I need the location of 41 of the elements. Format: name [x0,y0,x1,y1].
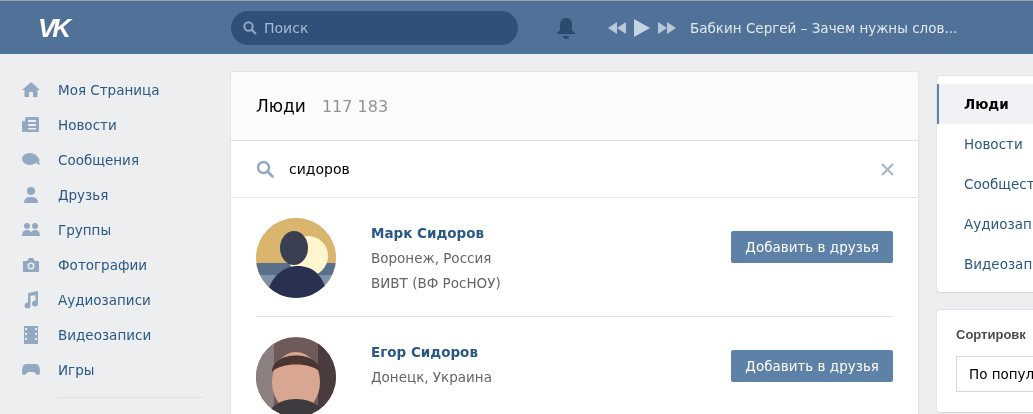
nav-item[interactable]: Видеозаписи [22,317,231,352]
filter-tab[interactable]: Люди [937,84,1033,124]
sort-title: Сортировк [956,327,1027,342]
nav-item[interactable]: Игры [22,352,231,387]
nav-item[interactable]: Моя Страница [22,72,231,107]
previous-icon[interactable] [608,21,626,34]
home-icon [22,80,40,99]
nav-item[interactable]: Сообщения [22,142,231,177]
person-detail: ВИВТ (ВФ РосНОУ) [371,274,502,293]
logo[interactable]: VK [38,12,69,43]
add-friend-button[interactable]: Добавить в друзья [731,350,893,382]
track-title[interactable]: Бабкин Сергей – Зачем нужны слов... [690,19,958,36]
search-field[interactable]: Поиск [231,10,518,45]
nav-item[interactable]: Фотографии [22,247,231,282]
person-name[interactable]: Марк Сидоров [371,225,732,241]
bell-icon[interactable] [556,16,576,39]
result-count: 117 183 [321,96,389,116]
filter-tab[interactable]: Аудиозап [937,204,1033,244]
camera-icon [22,255,40,274]
filter-tab[interactable]: Видеозап [937,244,1033,284]
filter-tab[interactable]: Новости [937,124,1033,164]
nav-item[interactable]: Аудиозаписи [22,282,231,317]
nav-item[interactable]: Новости [22,107,231,142]
person-detail: Воронеж, Россия [371,249,493,268]
close-icon[interactable] [881,162,894,176]
play-icon[interactable] [634,18,650,37]
newspaper-icon [22,115,40,134]
next-icon[interactable] [658,21,676,34]
person-icon [22,185,40,204]
section-title: Люди [256,96,306,116]
search-icon [256,160,274,178]
search-icon [243,20,257,35]
music-note-icon [22,290,40,309]
people-icon [22,220,40,239]
nav-item[interactable]: Группы [22,212,231,247]
add-friend-button[interactable]: Добавить в друзья [731,231,893,263]
person-name[interactable]: Егор Сидоров [371,344,732,360]
person-detail: Донецк, Украина [371,368,493,387]
sort-dropdown[interactable]: По попул [956,356,1033,392]
nav-item[interactable]: Друзья [22,177,231,212]
film-icon [22,325,40,344]
